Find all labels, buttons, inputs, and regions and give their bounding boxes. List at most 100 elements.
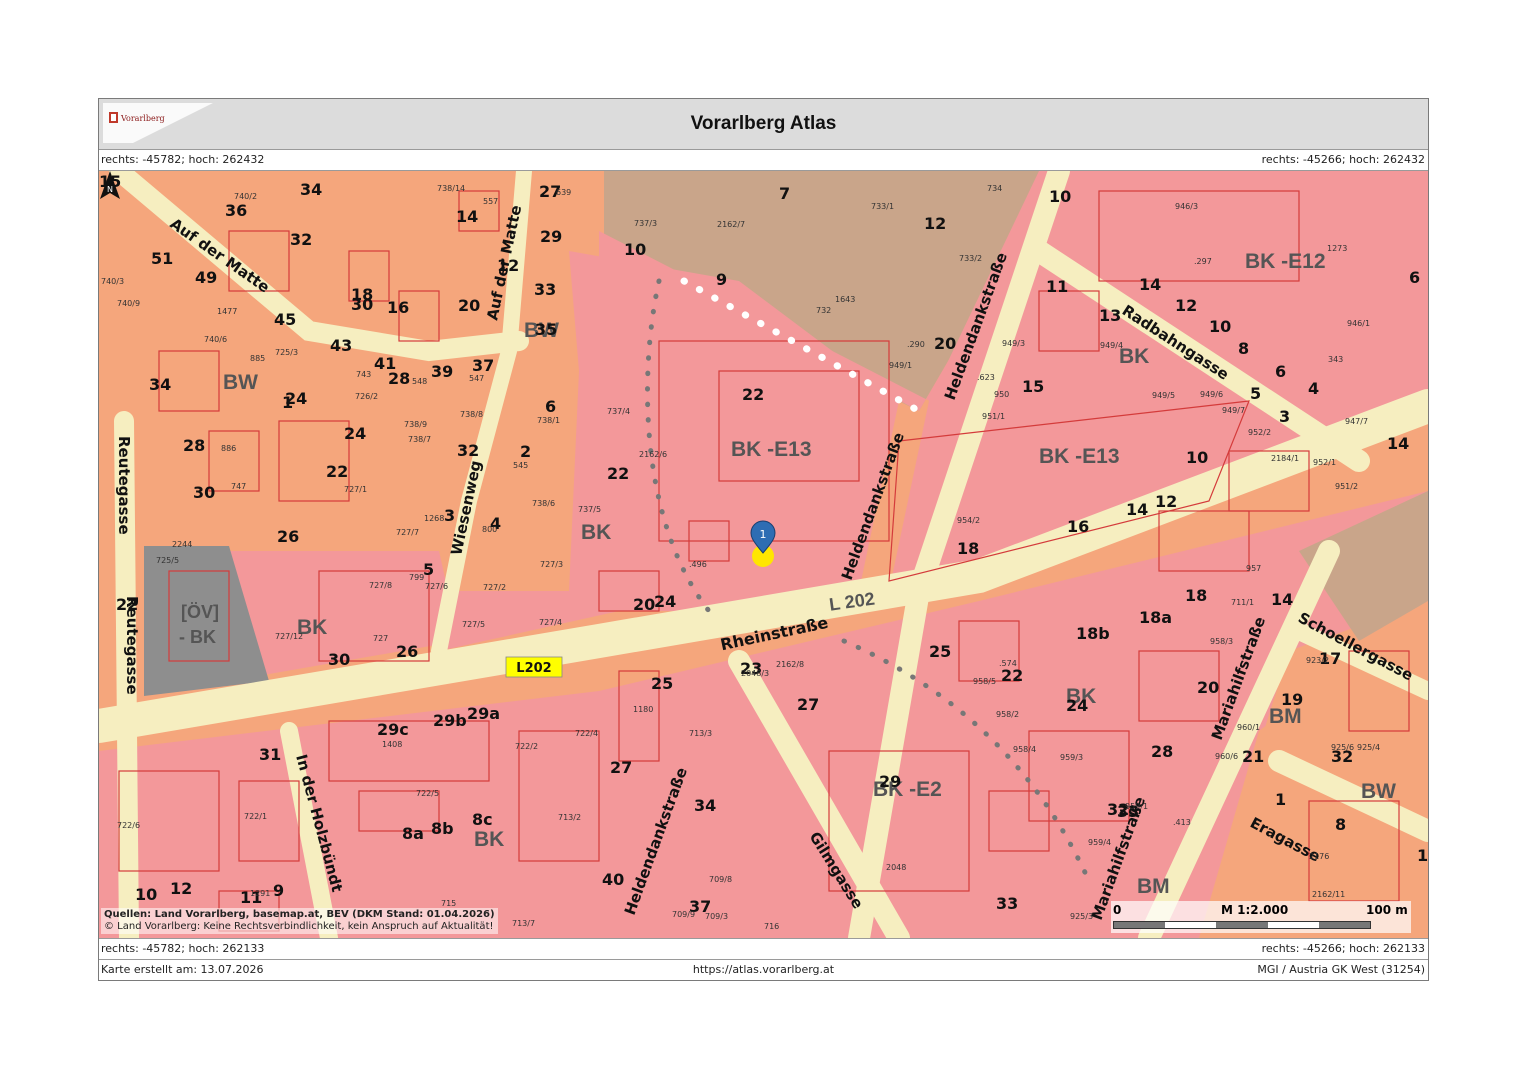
house-number: 13 <box>1099 306 1121 325</box>
coordinate-row-top: rechts: -45782; hoch: 262432 rechts: -45… <box>99 150 1428 171</box>
parcel-number: 740/9 <box>117 299 140 308</box>
parcel-number: 727/4 <box>539 618 562 627</box>
house-number: 18 <box>351 285 373 304</box>
parcel-number: 740/2 <box>234 192 257 201</box>
house-number: 45 <box>274 310 296 329</box>
house-number: 29c <box>377 720 409 739</box>
parcel-number: 2048 <box>886 863 906 872</box>
house-number: 11 <box>1046 277 1068 296</box>
source-line-1: Quellen: Land Vorarlberg, basemap.at, BE… <box>104 909 495 920</box>
parcel-number: 716 <box>764 922 779 931</box>
house-number: 26 <box>396 642 418 661</box>
house-number: 36 <box>225 201 247 220</box>
parcel-number: 737/3 <box>634 219 657 228</box>
house-number: 10 <box>1186 448 1208 467</box>
coordinate-row-bottom: rechts: -45782; hoch: 262133 rechts: -45… <box>99 938 1428 960</box>
parcel-number: 738/1 <box>537 416 560 425</box>
parcel-number: 740/6 <box>204 335 227 344</box>
map-canvas[interactable]: L202 L 202 Rheinstraße Heldendankstraße … <box>99 171 1428 938</box>
scale-bar: 0 M 1:2.000 100 m <box>1111 901 1411 933</box>
parcel-number: 747 <box>231 482 246 491</box>
house-number: 29b <box>433 711 467 730</box>
house-number: 5 <box>1250 384 1261 403</box>
parcel-number: 949/1 <box>889 361 912 370</box>
house-number: 14 <box>1139 275 1161 294</box>
coord-bottom-left: rechts: -45782; hoch: 262133 <box>101 942 265 955</box>
parcel-number: 1180 <box>633 705 653 714</box>
house-number: 20 <box>633 595 655 614</box>
zone-label-bk-3: BK <box>1119 345 1149 368</box>
house-number: 28 <box>1151 742 1173 761</box>
house-number: 30 <box>328 650 350 669</box>
parcel-number: 2184/1 <box>1271 454 1299 463</box>
house-number: 34 <box>300 180 322 199</box>
house-number: 27 <box>610 758 632 777</box>
parcel-number: 952/2 <box>1248 428 1271 437</box>
house-number: 12 <box>1175 296 1197 315</box>
parcel-number: 946/3 <box>1175 202 1198 211</box>
parcel-number: 713/2 <box>558 813 581 822</box>
parcel-number: 740/3 <box>101 277 124 286</box>
crs-label: MGI / Austria GK West (31254) <box>1257 963 1425 976</box>
parcel-number: 713/7 <box>512 919 535 928</box>
house-number: 18b <box>1076 624 1110 643</box>
parcel-number: 946/1 <box>1347 319 1370 328</box>
zone-label-bm-2: BM <box>1137 875 1170 898</box>
parcel-number: 800 <box>482 525 497 534</box>
house-number: 33 <box>996 894 1018 913</box>
parcel-number: 925/3 <box>1070 912 1093 921</box>
parcel-number: .413 <box>1173 818 1191 827</box>
parcel-number: 1643 <box>835 295 855 304</box>
parcel-number: 722/2 <box>515 742 538 751</box>
atlas-url[interactable]: https://atlas.vorarlberg.at <box>99 960 1428 980</box>
house-number: 28 <box>183 436 205 455</box>
parcel-number: 949/6 <box>1200 390 1223 399</box>
house-number: 10 <box>1417 846 1428 865</box>
parcel-number: 738/8 <box>460 410 483 419</box>
source-line-2: © Land Vorarlberg: Keine Rechtsverbindli… <box>104 921 494 932</box>
house-number: 22 <box>607 464 629 483</box>
house-number: 37 <box>472 356 494 375</box>
parcel-number: 925/4 <box>1357 743 1380 752</box>
parcel-number: 727/12 <box>275 632 303 641</box>
parcel-number: .623 <box>977 373 995 382</box>
house-number: 31 <box>259 745 281 764</box>
house-number: 43 <box>330 336 352 355</box>
parcel-number: 960/6 <box>1215 752 1238 761</box>
parcel-number: 727/7 <box>396 528 419 537</box>
parcel-number: 726/2 <box>355 392 378 401</box>
parcel-number: 732 <box>816 306 831 315</box>
parcel-number: 1477 <box>217 307 237 316</box>
zone-label-bke13-b: BK -E13 <box>1039 445 1120 468</box>
zone-label-bk-5: BK <box>474 828 504 851</box>
house-number: 12 <box>170 879 192 898</box>
house-number: 4 <box>1308 379 1319 398</box>
parcel-number: 738/14 <box>437 184 465 193</box>
map-sheet: Vorarlberg Vorarlberg Atlas rechts: -457… <box>98 98 1429 981</box>
house-number: 20 <box>458 296 480 315</box>
house-number: 2 <box>520 442 531 461</box>
zone-label-bw-3: BW <box>1361 780 1396 803</box>
parcel-number: 925/6 <box>1331 743 1354 752</box>
parcel-number: 2162/11 <box>1312 890 1345 899</box>
parcel-number: 959/4 <box>1088 838 1111 847</box>
house-number: 32 <box>457 441 479 460</box>
map-source-note: Quellen: Land Vorarlberg, basemap.at, BE… <box>101 908 498 934</box>
map-svg[interactable]: L202 L 202 Rheinstraße Heldendankstraße … <box>99 171 1428 938</box>
house-number: 22 <box>1001 666 1023 685</box>
parcel-number: 722/5 <box>416 789 439 798</box>
parcel-number: 727/6 <box>425 582 448 591</box>
house-number: 12 <box>924 214 946 233</box>
parcel-number: 727/8 <box>369 581 392 590</box>
parcel-number: .574 <box>999 659 1017 668</box>
parcel-number: 738/6 <box>532 499 555 508</box>
parcel-number: 949/4 <box>1100 341 1123 350</box>
parcel-number: 960/1 <box>1237 723 1260 732</box>
house-number: 3 <box>444 506 455 525</box>
parcel-number: 958/2 <box>996 710 1019 719</box>
parcel-number: 639 <box>556 188 571 197</box>
street-reutegasse-1: Reutegasse <box>115 436 133 535</box>
coord-bottom-right: rechts: -45266; hoch: 262133 <box>1261 942 1425 955</box>
house-number: 32 <box>290 230 312 249</box>
parcel-number: 959/3 <box>1060 753 1083 762</box>
